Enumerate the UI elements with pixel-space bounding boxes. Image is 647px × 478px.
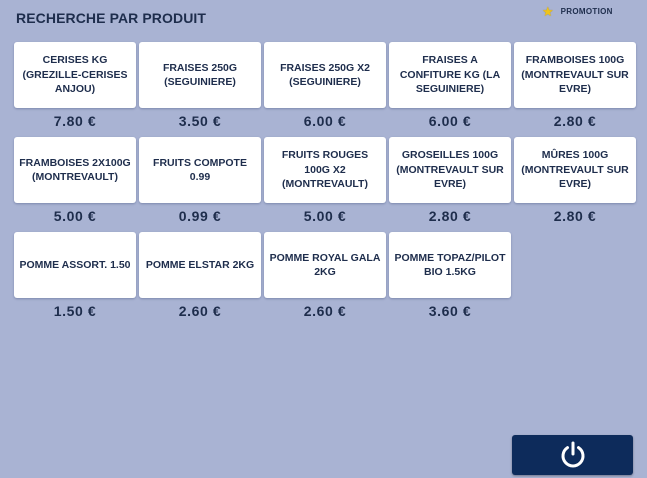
product-card[interactable]: POMME ELSTAR 2KG (139, 232, 261, 298)
product-price: 6.00 € (303, 113, 347, 129)
product-card[interactable]: FRAISES 250G X2 (SEGUINIERE) (264, 42, 386, 108)
product-price: 0.99 € (178, 208, 222, 224)
star-icon: ★ (542, 4, 554, 19)
product-item[interactable]: FRAMBOISES 2X100G (MONTREVAULT) 5.00 € (14, 136, 136, 231)
product-card[interactable]: GROSEILLES 100G (MONTREVAULT SUR EVRE) (389, 137, 511, 203)
product-price: 2.80 € (553, 113, 597, 129)
product-name: CERISES KG (GREZILLE-CERISES ANJOU) (22, 54, 128, 96)
product-item[interactable]: FRAISES 250G X2 (SEGUINIERE) 6.00 € (264, 41, 386, 136)
product-item[interactable]: POMME ROYAL GALA 2KG 2.60 € (264, 231, 386, 326)
product-name: FRAISES 250G X2 (SEGUINIERE) (280, 61, 370, 89)
product-card[interactable]: FRUITS COMPOTE 0.99 (139, 137, 261, 203)
product-name: FRAMBOISES 100G (MONTREVAULT SUR EVRE) (521, 54, 629, 96)
product-price: 1.50 € (53, 303, 97, 319)
power-button[interactable] (512, 435, 633, 475)
product-item[interactable]: FRAISES 250G (SEGUINIERE) 3.50 € (139, 41, 261, 136)
product-price: 5.00 € (303, 208, 347, 224)
product-name: POMME ASSORT. 1.50 (19, 258, 131, 271)
product-name: FRUITS ROUGES 100G X2 (MONTREVAULT) (281, 149, 369, 191)
product-name: FRAISES 250G (SEGUINIERE) (162, 61, 238, 89)
product-price: 2.60 € (303, 303, 347, 319)
product-name: POMME ROYAL GALA 2KG (269, 251, 381, 279)
product-item[interactable]: FRAMBOISES 100G (MONTREVAULT SUR EVRE) 2… (514, 41, 636, 136)
product-name: FRUITS COMPOTE 0.99 (153, 156, 247, 184)
product-item[interactable]: POMME TOPAZ/PILOT BIO 1.5KG 3.60 € (389, 231, 511, 326)
product-item[interactable]: FRUITS COMPOTE 0.99 0.99 € (139, 136, 261, 231)
product-card[interactable]: FRAMBOISES 100G (MONTREVAULT SUR EVRE) (514, 42, 636, 108)
product-card[interactable]: MÛRES 100G (MONTREVAULT SUR EVRE) (514, 137, 636, 203)
product-price: 7.80 € (53, 113, 97, 129)
product-card[interactable]: POMME ROYAL GALA 2KG (264, 232, 386, 298)
product-card[interactable]: FRUITS ROUGES 100G X2 (MONTREVAULT) (264, 137, 386, 203)
product-price: 3.60 € (428, 303, 472, 319)
product-name: POMME TOPAZ/PILOT BIO 1.5KG (394, 251, 506, 279)
power-icon (561, 441, 584, 468)
product-name: POMME ELSTAR 2KG (145, 258, 255, 271)
promotion-label: PROMOTION (560, 7, 613, 16)
product-card[interactable]: FRAMBOISES 2X100G (MONTREVAULT) (14, 137, 136, 203)
product-price: 2.80 € (553, 208, 597, 224)
product-name: MÛRES 100G (MONTREVAULT SUR EVRE) (521, 149, 629, 191)
product-name: GROSEILLES 100G (MONTREVAULT SUR EVRE) (396, 149, 504, 191)
promotion-legend: ★ PROMOTION (542, 5, 613, 18)
product-card[interactable]: POMME TOPAZ/PILOT BIO 1.5KG (389, 232, 511, 298)
product-card[interactable]: CERISES KG (GREZILLE-CERISES ANJOU) (14, 42, 136, 108)
product-card[interactable]: FRAISES A CONFITURE KG (LA SEGUINIERE) (389, 42, 511, 108)
product-item[interactable]: CERISES KG (GREZILLE-CERISES ANJOU) 7.80… (14, 41, 136, 136)
product-item[interactable]: FRUITS ROUGES 100G X2 (MONTREVAULT) 5.00… (264, 136, 386, 231)
product-card[interactable]: POMME ASSORT. 1.50 (14, 232, 136, 298)
product-price: 6.00 € (428, 113, 472, 129)
product-price: 5.00 € (53, 208, 97, 224)
page-title: RECHERCHE PAR PRODUIT (16, 10, 207, 26)
product-price: 2.60 € (178, 303, 222, 319)
product-name: FRAISES A CONFITURE KG (LA SEGUINIERE) (399, 54, 501, 96)
product-price: 3.50 € (178, 113, 222, 129)
product-card[interactable]: FRAISES 250G (SEGUINIERE) (139, 42, 261, 108)
product-grid: CERISES KG (GREZILLE-CERISES ANJOU) 7.80… (14, 41, 636, 326)
product-name: FRAMBOISES 2X100G (MONTREVAULT) (19, 156, 131, 184)
product-item[interactable]: POMME ELSTAR 2KG 2.60 € (139, 231, 261, 326)
product-price: 2.80 € (428, 208, 472, 224)
product-item[interactable]: POMME ASSORT. 1.50 1.50 € (14, 231, 136, 326)
product-item[interactable]: GROSEILLES 100G (MONTREVAULT SUR EVRE) 2… (389, 136, 511, 231)
product-item[interactable]: FRAISES A CONFITURE KG (LA SEGUINIERE) 6… (389, 41, 511, 136)
product-item[interactable]: MÛRES 100G (MONTREVAULT SUR EVRE) 2.80 € (514, 136, 636, 231)
